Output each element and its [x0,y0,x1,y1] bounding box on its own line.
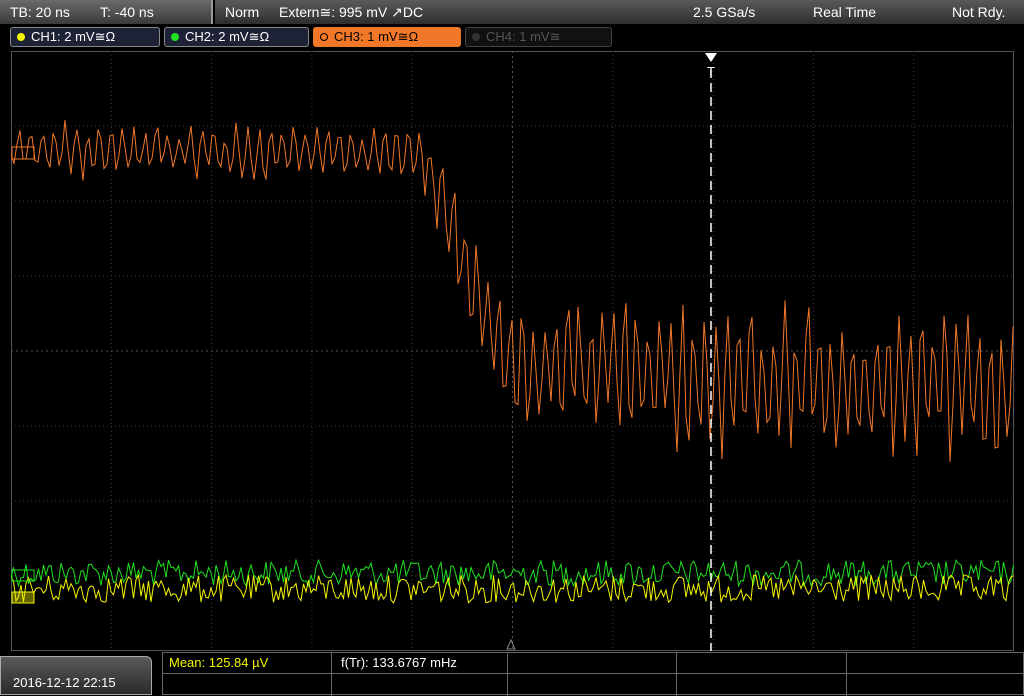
sample-rate: 2.5 GSa/s [693,4,756,20]
center-marker-icon [506,638,516,650]
acquisition-mode: Real Time [813,4,877,20]
measurement-panel[interactable]: Mean: 125.84 µV f(Tr): 133.6767 mHz [162,652,1024,696]
timebase-readout: TB: 20 ns [10,4,70,20]
tab-ch3[interactable]: CH3: 1 mV≅Ω [313,27,461,47]
ch1-label: CH1: 2 mV≅Ω [31,29,116,44]
measurement-divider [507,653,508,696]
waveform-canvas[interactable]: T [11,51,1014,651]
measurement-divider [163,673,1023,674]
tab-ch2[interactable]: CH2: 2 mV≅Ω [164,27,309,47]
tab-ch4[interactable]: CH4: 1 mV≅ [465,27,612,47]
graticule [11,51,1014,651]
trigger-mode: Norm [225,4,260,20]
date-time-panel[interactable]: 2016-12-12 22:15 [0,656,152,695]
trigger-time-readout: T: -40 ns [100,4,154,20]
trigger-arrow-icon [705,53,717,62]
timestamp: 2016-12-12 22:15 [13,675,116,690]
ch1-marker-icon [11,591,35,604]
ch3-label: CH3: 1 mV≅Ω [334,29,419,44]
channel-tabs: CH1: 2 mV≅Ω CH2: 2 mV≅Ω CH3: 1 mV≅Ω CH4:… [0,24,1024,50]
mean-measurement: Mean: 125.84 µV [169,655,269,670]
timebase-panel[interactable]: TB: 20 ns T: -40 ns [0,0,213,24]
measurement-divider [331,653,332,696]
trigger-acq-panel[interactable]: Norm Extern≅: 995 mV ↗DC 2.5 GSa/s Real … [215,0,1024,24]
ch2-label: CH2: 2 mV≅Ω [185,29,270,44]
tab-ch1[interactable]: CH1: 2 mV≅Ω [10,27,160,47]
trigger-marker: T [707,64,715,79]
measurement-divider [846,653,847,696]
trigger-source: Extern≅: 995 mV ↗DC [279,4,424,20]
ch1-trace [11,573,1014,604]
status-bar: TB: 20 ns T: -40 ns Norm Extern≅: 995 mV… [0,0,1024,24]
ch1-offset-marker[interactable] [11,591,35,604]
ch2-indicator-icon [171,33,179,41]
ch4-label: CH4: 1 mV≅ [486,29,561,44]
ch4-indicator-icon [472,33,480,41]
measurement-divider [676,653,677,696]
acquisition-state: Not Rdy. [952,4,1006,20]
frequency-measurement: f(Tr): 133.6767 mHz [341,655,457,670]
ch1-indicator-icon [17,33,25,41]
ch3-indicator-icon [320,33,328,41]
